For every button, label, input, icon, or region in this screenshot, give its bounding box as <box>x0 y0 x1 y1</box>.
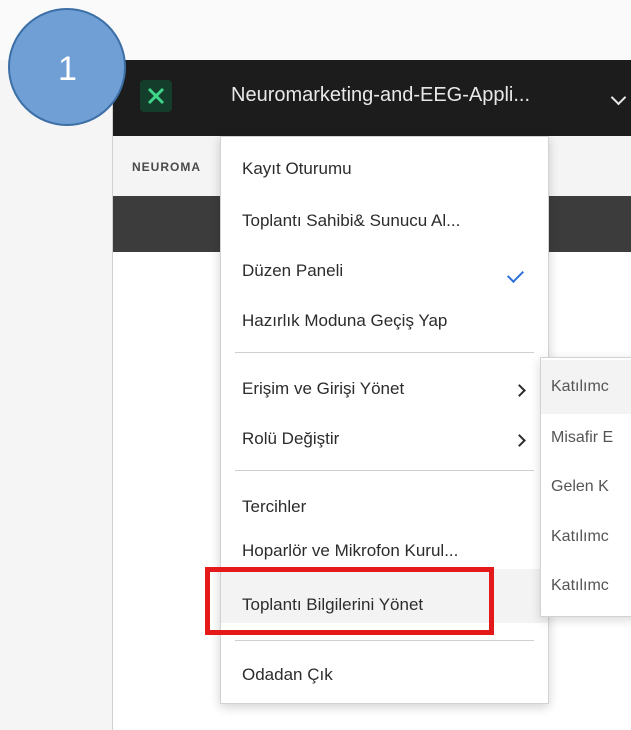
submenu-item[interactable]: Misafir E <box>551 429 613 447</box>
menu-item-leave-room[interactable]: Odadan Çık <box>242 665 333 685</box>
step-badge: 1 <box>8 8 126 126</box>
checkmark-icon <box>507 266 524 283</box>
breadcrumb: NEUROMA <box>132 160 201 174</box>
room-title[interactable]: Neuromarketing-and-EEG-Appli... <box>231 84 530 107</box>
submenu-item[interactable]: Katılımc <box>551 378 609 396</box>
access-submenu: Katılımc Misafir E Gelen K Katılımc Katı… <box>540 357 631 617</box>
title-bar: Neuromarketing-and-EEG-Appli... <box>113 60 631 136</box>
chevron-right-icon <box>513 434 526 447</box>
chevron-down-icon[interactable] <box>610 89 627 106</box>
menu-item-change-role[interactable]: Rolü Değiştir <box>242 429 339 449</box>
app-logo-icon[interactable] <box>140 80 172 112</box>
submenu-item[interactable]: Gelen K <box>551 478 609 496</box>
submenu-item[interactable]: Katılımc <box>551 528 609 546</box>
menu-item-record-session[interactable]: Kayıt Oturumu <box>242 159 352 179</box>
menu-item-audio-setup[interactable]: Hoparlör ve Mikrofon Kurul... <box>242 541 458 561</box>
menu-item-prepare-mode[interactable]: Hazırlık Moduna Geçiş Yap <box>242 311 447 331</box>
menu-divider <box>235 640 534 641</box>
submenu-item[interactable]: Katılımc <box>551 577 609 595</box>
step-number: 1 <box>58 50 77 88</box>
menu-item-host-presenter[interactable]: Toplantı Sahibi& Sunucu Al... <box>242 211 460 231</box>
menu-divider <box>235 352 534 353</box>
menu-item-manage-access[interactable]: Erişim ve Girişi Yönet <box>242 379 404 399</box>
menu-divider <box>235 470 534 471</box>
highlight-box <box>205 567 494 635</box>
chevron-right-icon <box>513 384 526 397</box>
menu-item-preferences[interactable]: Tercihler <box>242 497 306 517</box>
left-background <box>0 60 118 730</box>
menu-item-layout-panel[interactable]: Düzen Paneli <box>242 261 343 281</box>
